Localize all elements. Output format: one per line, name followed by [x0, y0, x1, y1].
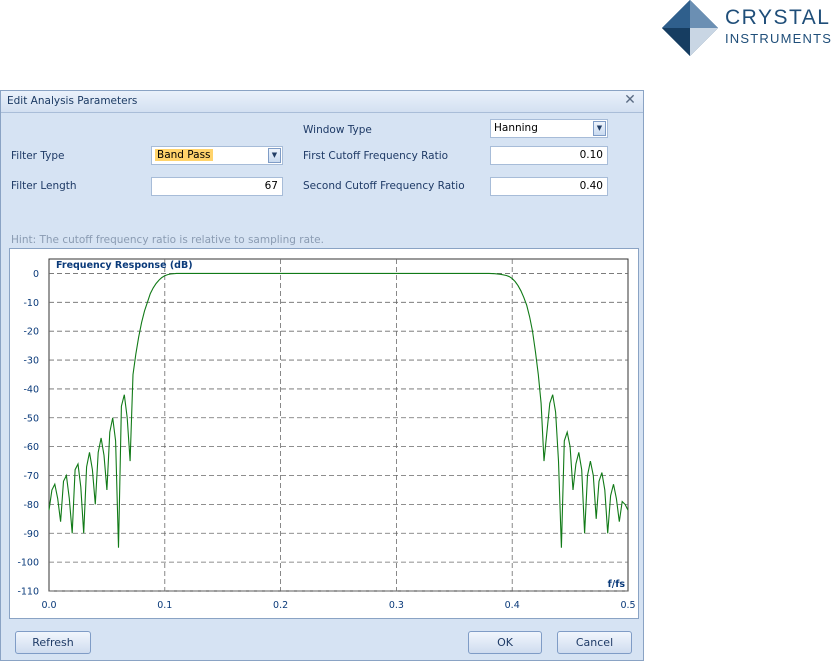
x-tick-label: 0.1	[157, 600, 172, 611]
chart-canvas: 0 -10 -20 -30 -40 -50 -60 -70 -80 -90 -100 -1100.0 0…	[17, 258, 636, 611]
y-tick-label: -90	[23, 529, 39, 540]
second-cutoff-input[interactable]: 0.40	[490, 177, 608, 196]
frequency-response-chart: 0 -10 -20 -30 -40 -50 -60 -70 -80 -90 -100 -110 0.0 0…	[9, 248, 639, 619]
window-type-value: Hanning	[494, 122, 538, 134]
x-tick-label: 0.3	[389, 600, 404, 611]
filter-type-select[interactable]: Band Pass ▼	[151, 146, 283, 165]
diamond-logo-icon	[662, 0, 718, 56]
second-cutoff-label: Second Cutoff Frequency Ratio	[303, 180, 465, 192]
filter-length-input[interactable]: 67	[151, 177, 283, 196]
y-tick-label: -30	[23, 356, 39, 367]
dialog-titlebar: Edit Analysis Parameters ✕	[1, 91, 643, 113]
filter-type-value: Band Pass	[155, 149, 213, 161]
y-tick-label: -100	[17, 558, 39, 569]
x-tick-label: 0.5	[620, 600, 635, 611]
refresh-button[interactable]: Refresh	[15, 631, 91, 654]
y-tick-label: -40	[23, 384, 39, 395]
y-tick-label: -80	[23, 500, 39, 511]
chevron-down-icon[interactable]: ▼	[593, 121, 606, 136]
chart-title: Frequency Response (dB)	[56, 260, 193, 271]
y-tick-label: -70	[23, 471, 39, 482]
chevron-down-icon[interactable]: ▼	[268, 148, 281, 163]
dialog-title: Edit Analysis Parameters	[7, 95, 138, 107]
filter-type-label: Filter Type	[11, 150, 65, 162]
cutoff-hint: Hint: The cutoff frequency ratio is rela…	[11, 234, 324, 246]
window-type-select[interactable]: Hanning ▼	[490, 119, 608, 138]
x-tick-label: 0.0	[41, 600, 56, 611]
y-tick-label: 0	[33, 269, 39, 280]
company-logo: CRYSTAL INSTRUMENTS	[662, 0, 838, 56]
x-tick-label: 0.2	[273, 600, 288, 611]
edit-analysis-dialog: Edit Analysis Parameters ✕ Window Type H…	[0, 90, 644, 661]
y-tick-label: -60	[23, 442, 39, 453]
y-tick-label: -110	[17, 587, 39, 598]
first-cutoff-input[interactable]: 0.10	[490, 146, 608, 165]
logo-text-instruments: INSTRUMENTS	[725, 31, 833, 46]
logo-text-crystal: CRYSTAL	[725, 6, 831, 29]
y-tick-label: -10	[23, 298, 39, 309]
plot-area	[48, 258, 629, 592]
x-tick-label: 0.4	[505, 600, 520, 611]
close-icon[interactable]: ✕	[623, 93, 637, 108]
filter-length-label: Filter Length	[11, 180, 77, 192]
ok-button[interactable]: OK	[468, 631, 542, 654]
cancel-button[interactable]: Cancel	[557, 631, 632, 654]
y-tick-label: -20	[23, 327, 39, 338]
x-axis-label: f/fs	[608, 579, 626, 590]
first-cutoff-label: First Cutoff Frequency Ratio	[303, 150, 449, 162]
window-type-label: Window Type	[303, 124, 372, 136]
y-tick-label: -50	[23, 413, 39, 424]
